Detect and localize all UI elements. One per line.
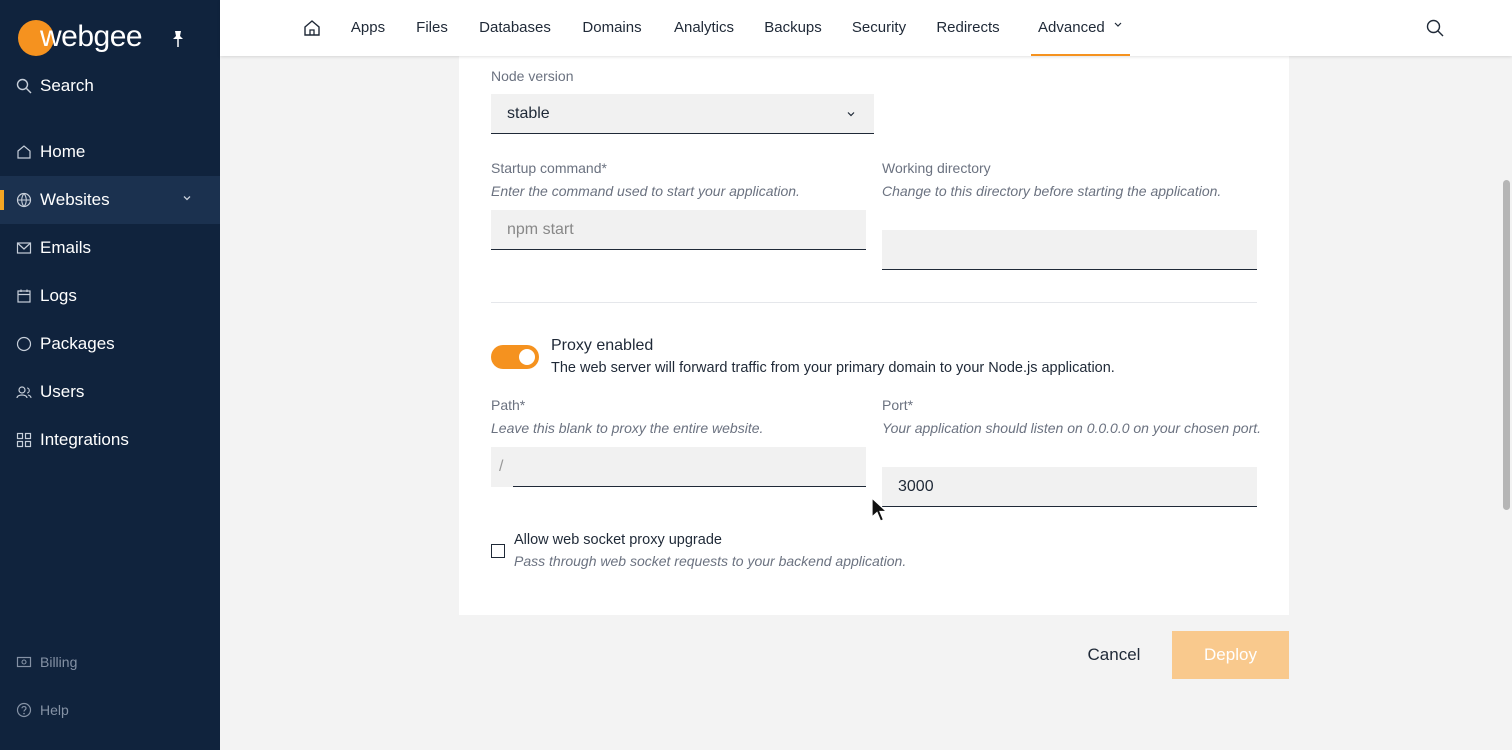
websocket-checkbox[interactable] <box>491 544 505 558</box>
node-version-select[interactable]: stable <box>491 94 874 134</box>
calendar-icon <box>17 289 31 303</box>
sidebar-item-label: Websites <box>40 190 110 209</box>
users-icon <box>16 386 32 399</box>
sidebar-item-websites[interactable]: Websites <box>0 176 220 224</box>
sidebar-item-home[interactable]: Home <box>0 128 220 176</box>
tab-backups[interactable]: Backups <box>762 0 824 56</box>
tab-files[interactable]: Files <box>413 0 451 56</box>
sidebar-item-packages[interactable]: Packages <box>0 320 220 368</box>
top-nav: Apps Files Databases Domains Analytics B… <box>220 0 1512 56</box>
sidebar-item-label: Help <box>40 702 69 718</box>
cancel-button[interactable]: Cancel <box>1072 631 1156 679</box>
path-hint: Leave this blank to proxy the entire web… <box>491 420 764 436</box>
tab-advanced[interactable]: Advanced <box>1031 0 1130 56</box>
sidebar-item-label: Integrations <box>40 430 129 449</box>
port-input[interactable]: 3000 <box>882 467 1257 507</box>
mouse-cursor-icon <box>871 497 889 522</box>
proxy-description: The web server will forward traffic from… <box>551 360 1115 376</box>
path-prefix: / <box>491 447 513 487</box>
sidebar-item-label: Packages <box>40 334 115 353</box>
sidebar-search-label: Search <box>40 76 94 95</box>
tab-security[interactable]: Security <box>849 0 909 56</box>
sidebar-item-logs[interactable]: Logs <box>0 272 220 320</box>
working-directory-input[interactable] <box>882 230 1257 270</box>
sidebar-item-users[interactable]: Users <box>0 368 220 416</box>
scrollbar[interactable] <box>1503 180 1510 510</box>
sidebar-item-billing[interactable]: Billing <box>0 644 220 680</box>
globe-icon <box>16 192 32 208</box>
path-label: Path* <box>491 397 526 413</box>
websocket-label: Allow web socket proxy upgrade <box>514 532 722 548</box>
sidebar-item-help[interactable]: Help <box>0 692 220 728</box>
sidebar-item-label: Billing <box>40 654 78 670</box>
logo-text: webgee <box>40 20 143 53</box>
tab-analytics[interactable]: Analytics <box>670 0 738 56</box>
sidebar-item-integrations[interactable]: Integrations <box>0 416 220 464</box>
search-icon[interactable] <box>1425 18 1445 38</box>
section-divider <box>491 302 1257 303</box>
proxy-toggle[interactable] <box>491 345 539 369</box>
sidebar-item-label: Logs <box>40 286 77 305</box>
proxy-title: Proxy enabled <box>551 337 654 354</box>
startup-command-label: Startup command* <box>491 160 607 176</box>
node-version-label: Node version <box>491 68 574 84</box>
home-icon <box>17 145 31 159</box>
tab-domains[interactable]: Domains <box>578 0 646 56</box>
sidebar-item-label: Emails <box>40 238 92 257</box>
billing-icon <box>16 656 32 668</box>
deploy-form-card: Node version stable Startup command* Ent… <box>459 40 1289 615</box>
chevron-down-icon <box>847 112 855 117</box>
sidebar-search[interactable]: Search <box>16 76 94 96</box>
chevron-down-icon <box>183 196 191 201</box>
tab-databases[interactable]: Databases <box>474 0 556 56</box>
grid-icon <box>16 432 32 448</box>
working-directory-hint: Change to this directory before starting… <box>882 183 1222 199</box>
deploy-button[interactable]: Deploy <box>1172 631 1289 679</box>
sidebar-item-label: Users <box>40 382 85 401</box>
sidebar: webgee Search Home Websites Emails Logs … <box>0 0 220 750</box>
help-icon <box>16 702 32 718</box>
tab-advanced-label: Advanced <box>1038 19 1105 36</box>
startup-command-hint: Enter the command used to start your app… <box>491 183 800 199</box>
chevron-down-icon <box>1114 22 1122 27</box>
startup-command-input[interactable]: npm start <box>491 210 866 250</box>
mail-icon <box>16 242 32 254</box>
working-directory-label: Working directory <box>882 160 991 176</box>
tab-redirects[interactable]: Redirects <box>934 0 1002 56</box>
pin-icon[interactable] <box>170 30 186 48</box>
port-label: Port* <box>882 397 914 413</box>
tab-apps[interactable]: Apps <box>346 0 390 56</box>
websocket-hint: Pass through web socket requests to your… <box>514 553 907 569</box>
path-input[interactable] <box>513 447 866 487</box>
logo[interactable]: webgee <box>18 20 143 56</box>
sidebar-item-emails[interactable]: Emails <box>0 224 220 272</box>
node-version-value: stable <box>507 105 550 122</box>
home-icon[interactable] <box>302 18 322 38</box>
toggle-knob <box>519 349 535 365</box>
search-icon <box>16 78 32 94</box>
circle-icon <box>16 336 32 352</box>
sidebar-item-label: Home <box>40 142 86 161</box>
port-hint: Your application should listen on 0.0.0.… <box>882 420 1262 436</box>
